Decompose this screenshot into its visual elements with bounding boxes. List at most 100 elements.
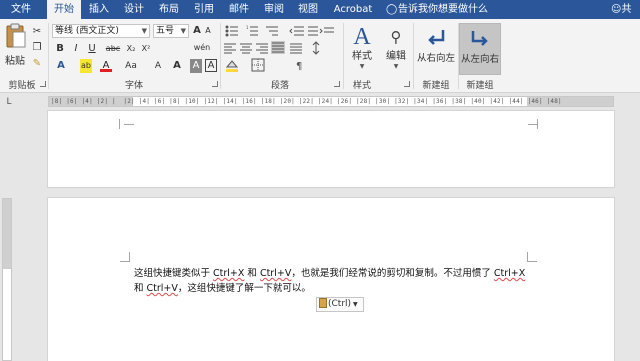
vertical-ruler[interactable]: [2, 198, 12, 361]
tab-acrobat[interactable]: Acrobat: [328, 0, 378, 19]
underline-button[interactable]: U: [86, 42, 98, 56]
copy-icon[interactable]: ❐: [31, 41, 43, 55]
ruler-marks: |8| |6| |4| |2| | |2| |4| |6| |8| |10| |…: [51, 98, 562, 105]
text-run-shortcut: Ctrl+V: [259, 268, 292, 279]
text-run: 和: [134, 283, 147, 294]
grow-font-button[interactable]: A: [191, 24, 203, 38]
tell-me-search[interactable]: ◯告诉我你想要做什么: [386, 0, 488, 19]
subscript-button[interactable]: X₂: [124, 42, 138, 56]
document-paragraph[interactable]: 这组快捷键类似于 Ctrl+X 和 Ctrl+V，也就是我们经常说的剪切和复制。…: [134, 266, 534, 296]
word-window: 文件 开始 插入 设计 布局 引用 邮件 审阅 视图 Acrobat ◯告诉我你…: [0, 0, 640, 361]
char-border-button[interactable]: A: [205, 59, 217, 72]
magnifier-icon: ⚲: [390, 28, 402, 46]
svg-text:1: 1: [246, 25, 249, 30]
tell-me-text: 告诉我你想要做什么: [398, 4, 488, 15]
font-name-combo[interactable]: 等线 (西文正文) ▼: [52, 24, 150, 38]
format-painter-icon[interactable]: ✎: [31, 57, 43, 71]
person-icon: ☺: [611, 4, 622, 15]
paragraph-group-label: 段落: [270, 81, 289, 91]
tab-layout[interactable]: 布局: [153, 0, 185, 19]
font-launcher-icon[interactable]: [212, 81, 218, 87]
chevron-down-icon: ▼: [353, 301, 358, 308]
text-effects-button[interactable]: A: [54, 59, 68, 73]
tab-references[interactable]: 引用: [188, 0, 220, 19]
text-run: ，这组快捷键了解一下就可以。: [177, 283, 311, 294]
divider: [343, 23, 344, 89]
text-run: 这组快捷键类似于: [134, 268, 214, 279]
divider: [48, 23, 49, 89]
paragraph-launcher-icon[interactable]: [334, 81, 340, 87]
clipboard-group-label: 剪贴板: [8, 81, 36, 91]
text-run-shortcut: Ctrl+V: [146, 283, 178, 294]
font-size-value: 五号: [156, 26, 175, 36]
italic-button[interactable]: I: [70, 42, 82, 56]
left-to-right-button[interactable]: 从左向右: [459, 23, 501, 75]
tab-review[interactable]: 审阅: [258, 0, 290, 19]
styles-icon: A: [353, 24, 371, 50]
chevron-down-icon: ▼: [180, 27, 186, 35]
tab-view[interactable]: 视图: [292, 0, 324, 19]
phonetic-guide-button[interactable]: wén: [191, 41, 213, 55]
font-size-combo[interactable]: 五号 ▼: [153, 24, 189, 38]
text-run: 和: [244, 268, 260, 279]
change-case-button[interactable]: Aa: [124, 59, 138, 73]
rtl-label: 从右向左: [416, 53, 455, 64]
svg-text:¶: ¶: [296, 61, 302, 72]
clipboard-icon: [319, 298, 327, 308]
shrink-text-button[interactable]: A: [152, 59, 164, 73]
margin-corner-mark: [527, 252, 537, 262]
margin-corner-mark: [120, 252, 130, 262]
font-group-label: 字体: [124, 81, 143, 91]
text-run-shortcut: Ctrl+X: [213, 268, 245, 279]
clipboard-icon: [6, 23, 26, 48]
clipboard-launcher-icon[interactable]: [40, 81, 46, 87]
paste-button[interactable]: 粘贴: [2, 23, 28, 73]
chevron-down-icon: ▼: [359, 63, 365, 70]
margin-corner-mark: [124, 124, 134, 125]
tab-design[interactable]: 设计: [118, 0, 150, 19]
text-run: ，也就是我们经常说的剪切和复制。不过用惯了: [291, 268, 494, 279]
ribbon-tab-bar: 文件 开始 插入 设计 布局 引用 邮件 审阅 视图 Acrobat ◯告诉我你…: [0, 0, 640, 34]
paragraph-tools-icon: 1 ¶: [224, 25, 334, 72]
tab-home[interactable]: 开始: [47, 0, 81, 20]
ltr-label: 从左向右: [460, 54, 499, 65]
cut-icon[interactable]: ✂: [31, 25, 43, 39]
superscript-button[interactable]: X²: [139, 42, 153, 56]
tab-mailings[interactable]: 邮件: [223, 0, 255, 19]
styles-group-label: 样式: [352, 81, 371, 91]
strikethrough-button[interactable]: abc: [104, 42, 122, 56]
editing-button[interactable]: ⚲ 编辑 ▼: [381, 23, 411, 73]
divider: [413, 23, 414, 89]
vruler-top-margin: [3, 199, 11, 269]
font-name-value: 等线 (西文正文): [55, 26, 119, 36]
paste-label: 粘贴: [5, 56, 25, 67]
ltr-arrow-icon: [471, 31, 488, 46]
char-shading-button[interactable]: A: [190, 59, 202, 73]
horizontal-ruler[interactable]: |8| |6| |4| |2| | |2| |4| |6| |8| |10| |…: [48, 96, 614, 107]
rtl-arrow-icon: [428, 30, 445, 45]
highlight-icon[interactable]: ab: [80, 59, 92, 73]
chevron-down-icon: ▼: [141, 27, 147, 35]
new-group-label: 新建组: [422, 81, 450, 91]
paste-options-button[interactable]: (Ctrl) ▼: [316, 297, 364, 312]
paste-options-label: (Ctrl): [328, 299, 352, 309]
lightbulb-icon: ◯: [386, 4, 398, 15]
vertical-scrollbar[interactable]: [626, 111, 640, 361]
new-group-label-2: 新建组: [466, 81, 494, 91]
styles-launcher-icon[interactable]: [404, 81, 410, 87]
margin-corner-mark: [528, 124, 538, 125]
tab-insert[interactable]: 插入: [83, 0, 115, 19]
text-run-shortcut: Ctrl+X: [493, 268, 526, 279]
shrink-font-button[interactable]: A: [203, 24, 213, 38]
share-button[interactable]: ☺共享: [611, 0, 640, 34]
divider: [220, 23, 221, 89]
styles-label: 样式: [352, 51, 372, 62]
font-color-button[interactable]: A: [100, 59, 112, 72]
tab-selector[interactable]: L: [0, 93, 18, 111]
right-to-left-button[interactable]: 从右向左: [415, 23, 457, 73]
styles-button[interactable]: A 样式 ▼: [347, 23, 377, 73]
tab-file[interactable]: 文件: [0, 0, 42, 19]
bold-button[interactable]: B: [54, 42, 66, 56]
ribbon: 粘贴 ✂ ❐ ✎ 剪贴板 等线 (西文正文) ▼ 五号 ▼ A A B I U ab…: [0, 19, 640, 93]
grow-text-button[interactable]: A: [171, 59, 183, 73]
